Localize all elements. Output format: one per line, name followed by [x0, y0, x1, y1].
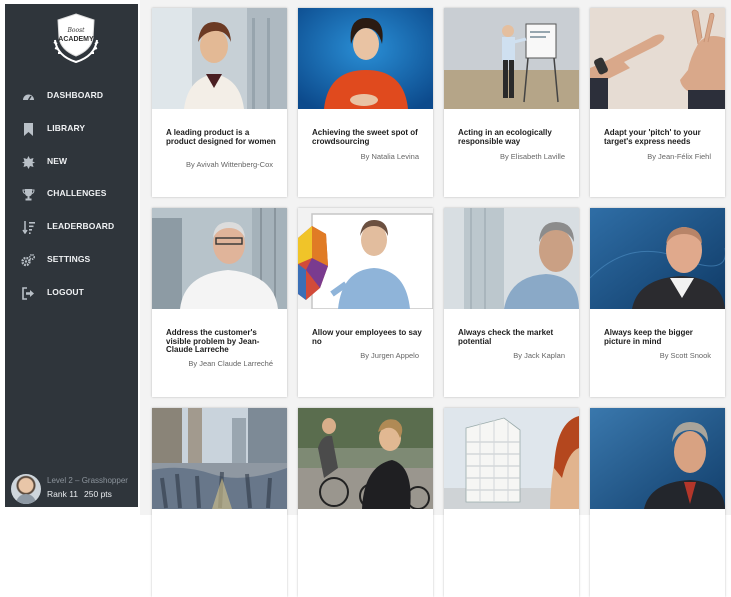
- user-profile[interactable]: Level 2 – Grasshopper Rank 11 250 pts: [5, 470, 138, 507]
- course-author: By Natalia Levina: [360, 152, 419, 161]
- course-title: Always keep the bigger picture in mind: [604, 328, 693, 346]
- course-thumbnail: [152, 408, 287, 509]
- course-thumbnail: [152, 8, 287, 109]
- svg-text:Boost: Boost: [66, 27, 85, 34]
- course-card[interactable]: Adapt your 'pitch' to your target's expr…: [590, 8, 725, 197]
- course-title: A leading product is a product designed …: [166, 128, 276, 146]
- course-author: By Jean Claude Larreché: [188, 359, 273, 368]
- course-thumbnail: [444, 408, 579, 509]
- nav-label: SETTINGS: [47, 254, 91, 264]
- course-card[interactable]: Address the customer's visible problem b…: [152, 208, 287, 397]
- nav-item-logout[interactable]: LOGOUT: [5, 281, 138, 305]
- course-card[interactable]: [590, 408, 725, 597]
- course-card[interactable]: [444, 408, 579, 597]
- course-card[interactable]: [152, 408, 287, 597]
- course-author: By Jean-Félix Fiehl: [647, 152, 711, 161]
- svg-text:ACADEMY: ACADEMY: [58, 36, 94, 43]
- course-card[interactable]: Achieving the sweet spot of crowdsourcin…: [298, 8, 433, 197]
- course-author: By Jack Kaplan: [513, 351, 565, 360]
- user-rank-line: Rank 11 250 pts: [47, 489, 118, 499]
- nav-label: LOGOUT: [47, 287, 84, 297]
- gears-icon: [21, 253, 35, 267]
- course-card[interactable]: Allow your employees to say no By Jurgen…: [298, 208, 433, 397]
- nav-item-library[interactable]: LIBRARY: [5, 117, 138, 141]
- new-badge-icon: [21, 155, 35, 169]
- course-card[interactable]: Always keep the bigger picture in mind B…: [590, 208, 725, 397]
- avatar[interactable]: [11, 474, 41, 504]
- course-title: Allow your employees to say no: [312, 328, 422, 346]
- course-thumbnail: [590, 208, 725, 309]
- course-card[interactable]: A leading product is a product designed …: [152, 8, 287, 197]
- course-thumbnail: [444, 208, 579, 309]
- sidebar: Boost ACADEMY DASHBOARD LIBRARY NEW CHAL…: [5, 4, 138, 507]
- course-title: Achieving the sweet spot of crowdsourcin…: [312, 128, 418, 146]
- course-thumbnail: [298, 408, 433, 509]
- course-title: Acting in an ecologically responsible wa…: [458, 128, 552, 146]
- nav-label: NEW: [47, 156, 68, 166]
- course-thumbnail: [444, 8, 579, 109]
- course-thumbnail: [590, 408, 725, 509]
- nav-item-settings[interactable]: SETTINGS: [5, 248, 138, 272]
- course-card[interactable]: Acting in an ecologically responsible wa…: [444, 8, 579, 197]
- sign-out-icon: [21, 286, 35, 300]
- nav-label: LIBRARY: [47, 123, 86, 133]
- course-title: Adapt your 'pitch' to your target's expr…: [604, 128, 701, 146]
- nav-item-leaderboard[interactable]: LEADERBOARD: [5, 215, 138, 239]
- course-library: A leading product is a product designed …: [140, 0, 731, 597]
- course-author: By Jurgen Appelo: [360, 351, 419, 360]
- course-thumbnail: [590, 8, 725, 109]
- course-author: By Scott Snook: [659, 351, 711, 360]
- course-thumbnail: [298, 208, 433, 309]
- dashboard-icon: [21, 89, 35, 103]
- course-author: By Avivah Wittenberg-Cox: [186, 160, 273, 169]
- user-rank: Rank 11: [47, 489, 79, 499]
- course-title: Always check the market potential: [458, 328, 554, 346]
- course-author: By Elisabeth Laville: [499, 152, 565, 161]
- nav-label: DASHBOARD: [47, 90, 104, 100]
- nav-label: LEADERBOARD: [47, 221, 115, 231]
- course-thumbnail: [152, 208, 287, 309]
- nav-label: CHALLENGES: [47, 188, 107, 198]
- course-card[interactable]: [298, 408, 433, 597]
- sort-icon: [21, 220, 35, 234]
- trophy-icon: [21, 187, 35, 201]
- course-thumbnail: [298, 8, 433, 109]
- user-level: Level 2 – Grasshopper: [47, 476, 128, 485]
- academy-logo[interactable]: Boost ACADEMY: [49, 12, 103, 64]
- nav-item-new[interactable]: NEW: [5, 150, 138, 174]
- user-points: 250 pts: [84, 489, 112, 499]
- course-card[interactable]: Always check the market potential By Jac…: [444, 208, 579, 397]
- bookmark-icon: [21, 122, 35, 136]
- nav-item-challenges[interactable]: CHALLENGES: [5, 182, 138, 206]
- nav-item-dashboard[interactable]: DASHBOARD: [5, 84, 138, 108]
- course-title: Address the customer's visible problem b…: [166, 328, 260, 354]
